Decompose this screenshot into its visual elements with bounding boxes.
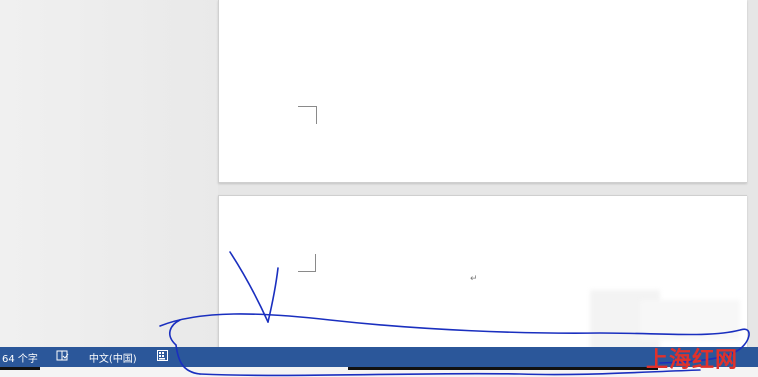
navigation-pane [0,0,218,347]
margin-corner-marker-bottom [298,254,316,272]
status-bar: 64 个字 中文(中国) [0,347,758,367]
macro-recording-button[interactable] [151,347,174,367]
taskbar-segment [0,367,40,370]
paragraph-mark: ↵ [470,274,478,284]
margin-corner-marker [298,106,317,124]
watermark-logo: 上海红网 [646,342,738,374]
word-count-label: 64 个字 [2,353,38,365]
book-check-icon [56,350,69,364]
document-page-1[interactable] [218,0,747,183]
watermark-text: 上海红网 [646,348,739,373]
blurred-region-2 [640,300,740,340]
taskbar-segment [348,367,658,370]
language-button[interactable]: 中文(中国) [83,347,143,367]
word-count[interactable]: 64 个字 [0,347,44,367]
keyboard-icon [156,350,168,364]
language-label: 中文(中国) [88,353,137,365]
proofing-button[interactable] [50,347,75,367]
taskbar-strip [0,367,758,377]
margin-corner-marker-top [298,106,316,107]
